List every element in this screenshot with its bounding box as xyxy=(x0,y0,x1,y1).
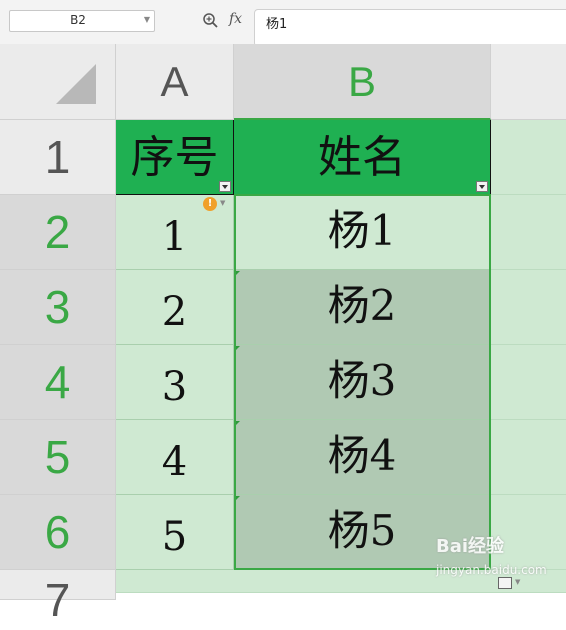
table-cell-a6[interactable]: 5 xyxy=(116,495,234,570)
watermark: Bai经验 jingyan.baidu.com xyxy=(436,532,547,579)
row-header-6[interactable]: 6 xyxy=(0,495,116,570)
row-header-7[interactable]: 7 xyxy=(0,570,116,626)
column-header-b[interactable]: B xyxy=(234,44,491,120)
watermark-brand: Bai xyxy=(436,536,469,557)
name-box-value: B2 xyxy=(70,13,86,27)
column-header-a[interactable]: A xyxy=(116,44,234,120)
formula-input[interactable]: 杨1 xyxy=(254,9,566,47)
error-indicator-icon xyxy=(235,346,240,351)
chevron-down-icon[interactable]: ▼ xyxy=(144,15,150,24)
cell-c4[interactable] xyxy=(491,345,566,420)
row-header-5[interactable]: 5 xyxy=(0,420,116,495)
fx-icon[interactable]: fx xyxy=(229,11,242,27)
error-indicator-icon xyxy=(235,421,240,426)
row-header-3[interactable]: 3 xyxy=(0,270,116,345)
row-header-2[interactable]: 2 xyxy=(0,195,116,270)
row-header-1[interactable]: 1 xyxy=(0,120,116,195)
filter-icon[interactable] xyxy=(476,181,488,192)
row-header-4[interactable]: 4 xyxy=(0,345,116,420)
cell-c5[interactable] xyxy=(491,420,566,495)
table-cell-b5[interactable]: 杨4 xyxy=(234,420,491,495)
warning-icon[interactable]: ! xyxy=(203,197,217,211)
chevron-down-icon[interactable]: ▼ xyxy=(515,578,520,586)
header-label: 姓名 xyxy=(318,132,406,183)
table-cell-a3[interactable]: 2 xyxy=(116,270,234,345)
cell-c3[interactable] xyxy=(491,270,566,345)
header-cell-a1[interactable]: 序号 xyxy=(116,120,234,195)
table-cell-b4[interactable]: 杨3 xyxy=(234,345,491,420)
error-indicator-icon xyxy=(235,496,240,501)
formula-bar: B2 ▼ fx 杨1 xyxy=(0,0,566,47)
zoom-icon[interactable] xyxy=(202,12,218,30)
filter-icon[interactable] xyxy=(219,181,231,192)
cell-a7[interactable] xyxy=(116,570,234,593)
column-header-c[interactable] xyxy=(491,44,566,120)
table-cell-b2[interactable]: 杨1 xyxy=(234,195,491,270)
table-cell-a4[interactable]: 3 xyxy=(116,345,234,420)
watermark-url: jingyan.baidu.com xyxy=(436,563,547,577)
select-all-icon[interactable] xyxy=(0,44,116,120)
watermark-brand2: 经验 xyxy=(468,536,505,557)
header-label: 序号 xyxy=(130,132,219,183)
error-indicator-icon xyxy=(235,271,240,276)
chevron-down-icon[interactable]: ▼ xyxy=(220,199,225,207)
table-cell-a5[interactable]: 4 xyxy=(116,420,234,495)
cell-c1[interactable] xyxy=(491,120,566,195)
table-cell-b3[interactable]: 杨2 xyxy=(234,270,491,345)
cell-c2[interactable] xyxy=(491,195,566,270)
formula-value: 杨1 xyxy=(266,17,288,32)
name-box[interactable]: B2 ▼ xyxy=(9,10,155,32)
header-cell-b1[interactable]: 姓名 xyxy=(234,120,491,195)
